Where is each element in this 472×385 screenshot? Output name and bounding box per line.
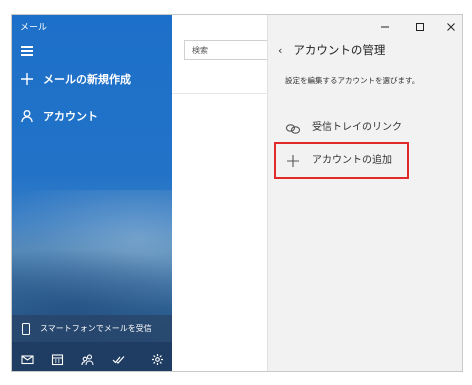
person-icon: [20, 109, 34, 123]
new-mail-label: メールの新規作成: [43, 73, 131, 86]
bottom-app-bar: [12, 342, 172, 371]
phone-prompt-label: スマートフォンでメールを受信: [40, 324, 152, 333]
manage-accounts-panel: ‹ アカウントの管理 設定を編集するアカウントを選びます。 受信トレイのリンク …: [267, 15, 462, 371]
panel-header: ‹ アカウントの管理: [278, 42, 385, 58]
plus-icon: [20, 72, 34, 86]
mail-app-window: メール メールの新規作成 アカウント スマートフォンでメールを受信 検索 ‹ ア…: [11, 14, 463, 372]
panel-description: 設定を編集するアカウントを選びます。: [285, 76, 420, 85]
settings-icon[interactable]: [151, 351, 164, 365]
calendar-icon[interactable]: [51, 351, 64, 366]
divider: [172, 93, 267, 94]
close-icon[interactable]: [444, 19, 458, 33]
link-inboxes-label: 受信トレイのリンク: [312, 122, 402, 133]
get-mail-on-phone-button[interactable]: スマートフォンでメールを受信: [12, 315, 172, 342]
navigation-pane: メール メールの新規作成 アカウント スマートフォンでメールを受信: [12, 15, 172, 371]
people-icon[interactable]: [81, 351, 94, 366]
minimize-icon[interactable]: [378, 19, 392, 33]
back-arrow-icon[interactable]: ‹: [278, 44, 282, 57]
link-icon: [285, 120, 301, 134]
phone-icon: [22, 322, 30, 335]
panel-title: アカウントの管理: [293, 43, 386, 57]
hamburger-menu-icon[interactable]: [21, 46, 33, 56]
highlight-box: [274, 142, 409, 179]
new-mail-button[interactable]: メールの新規作成: [20, 70, 131, 88]
mail-icon[interactable]: [21, 351, 34, 365]
search-input[interactable]: 検索: [184, 40, 274, 60]
app-title: メール: [20, 23, 48, 33]
message-list-pane: 検索: [172, 15, 274, 371]
maximize-icon[interactable]: [413, 19, 427, 33]
accounts-button[interactable]: アカウント: [20, 107, 98, 125]
todo-icon[interactable]: [112, 351, 125, 364]
link-inboxes-option[interactable]: 受信トレイのリンク: [285, 118, 402, 134]
accounts-label: アカウント: [43, 110, 98, 123]
